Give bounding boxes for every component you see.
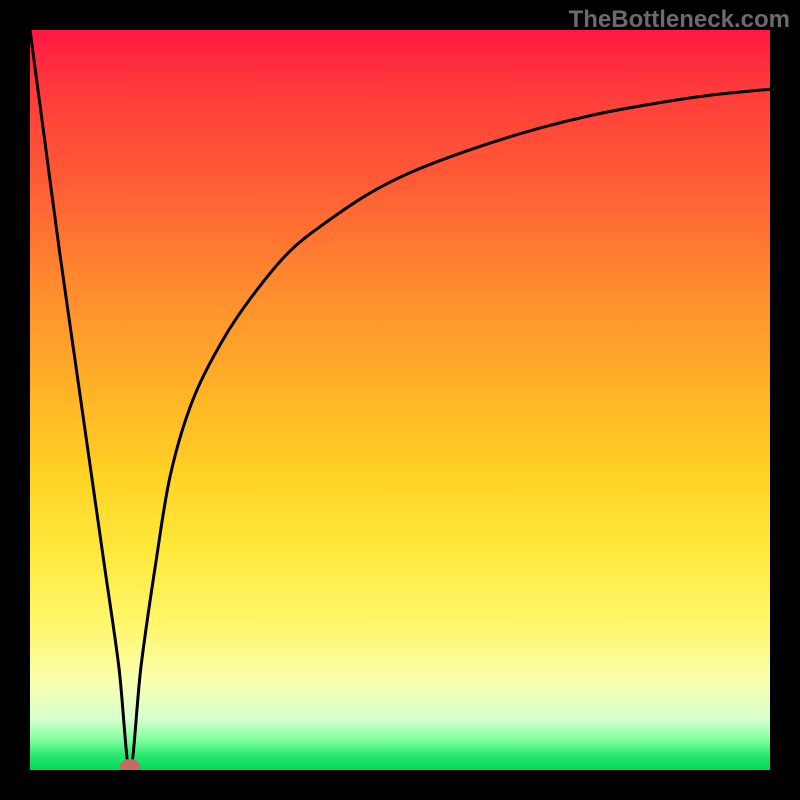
curve-layer — [30, 30, 770, 770]
bottleneck-curve — [30, 30, 770, 770]
chart-frame: TheBottleneck.com — [0, 0, 800, 800]
minimum-marker — [120, 759, 140, 770]
plot-area — [30, 30, 770, 770]
